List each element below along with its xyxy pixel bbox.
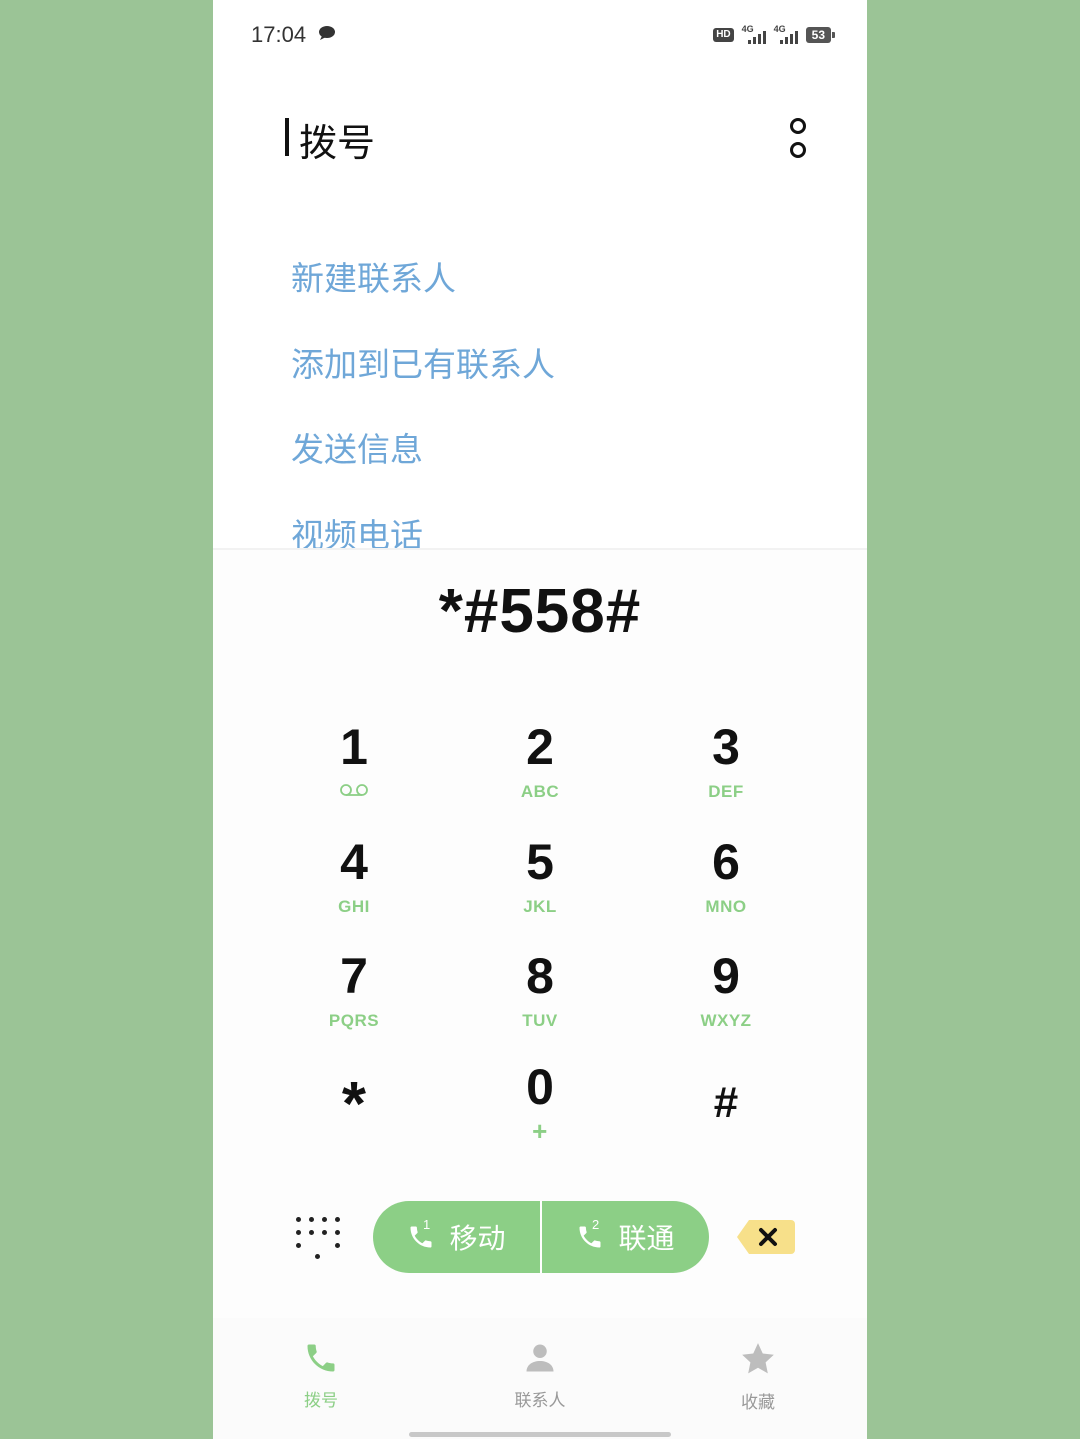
key-digit: * [341, 1070, 367, 1139]
nav-tab-dialer[interactable]: 拨号 [261, 1340, 381, 1411]
key-letters: MNO [705, 897, 747, 916]
text-cursor [285, 118, 289, 156]
status-icons: HD 4G 4G 53 [713, 24, 836, 44]
4g-signal-sim2-icon: 4G [774, 24, 798, 44]
key-digit: 6 [712, 834, 740, 890]
phone-sim1-icon [410, 1226, 432, 1248]
key-letters: TUV [522, 1011, 558, 1030]
key-letters: + [532, 1116, 548, 1146]
phone-sim2-icon [579, 1226, 601, 1248]
call-sim2-label: 联通 [618, 1222, 675, 1255]
more-options-button[interactable] [783, 118, 813, 158]
4g-signal-sim1-icon: 4G [742, 24, 766, 44]
menu-item-new-contact[interactable]: 新建联系人 [291, 252, 456, 300]
nav-tab-favorites[interactable]: 收藏 [698, 1340, 818, 1413]
key-digit: 2 [526, 719, 554, 775]
battery-indicator: 53 [805, 27, 836, 43]
key-digit: 0 [526, 1059, 554, 1115]
dial-key-3[interactable]: 3 DEF [636, 720, 816, 820]
dial-key-0[interactable]: 0 + [450, 1060, 630, 1160]
key-digit: 3 [712, 719, 740, 775]
backspace-icon[interactable] [735, 1218, 795, 1256]
person-icon [526, 1344, 554, 1372]
dialpad-panel: *#558# 1 2 ABC 3 DEF 4 GHI 5 JKL 6 MNO 7… [213, 548, 867, 1320]
dial-key-1[interactable]: 1 [264, 720, 444, 820]
key-digit: 4 [340, 834, 368, 890]
home-indicator[interactable] [409, 1432, 671, 1437]
dial-key-5[interactable]: 5 JKL [450, 835, 630, 935]
dialpad-toggle-button[interactable] [293, 1214, 341, 1262]
dial-key-2[interactable]: 2 ABC [450, 720, 630, 820]
phone-screen: 17:04 HD 4G 4G 53 拨号 新建联系人 添加到已有联系人 发送信息… [213, 0, 867, 1439]
menu-item-add-to-existing[interactable]: 添加到已有联系人 [291, 338, 555, 386]
dial-key-hash[interactable]: # [636, 1076, 816, 1176]
key-digit: 9 [712, 948, 740, 1004]
dial-key-star[interactable]: * [264, 1070, 444, 1178]
more-vertical-icon [790, 118, 806, 134]
dial-key-8[interactable]: 8 TUV [450, 949, 630, 1049]
key-letters: PQRS [328, 1011, 380, 1030]
bottom-navigation: 拨号 联系人 收藏 [213, 1318, 867, 1439]
key-digit: 1 [340, 719, 368, 775]
nav-label-favorites: 收藏 [741, 1393, 775, 1413]
call-sim1-button[interactable]: 1 移动 [373, 1201, 540, 1273]
key-letters: ABC [520, 782, 560, 801]
voicemail-icon [340, 784, 368, 796]
key-letters: WXYZ [700, 1011, 752, 1030]
dial-key-9[interactable]: 9 WXYZ [636, 949, 816, 1049]
nav-label-dialer: 拨号 [304, 1391, 338, 1411]
sim1-badge: 1 [423, 1217, 431, 1232]
phone-icon [307, 1344, 335, 1372]
nav-label-contacts: 联系人 [514, 1391, 566, 1411]
key-letters: JKL [523, 897, 557, 916]
status-bar: 17:04 HD 4G 4G 53 [213, 0, 867, 72]
menu-item-send-message[interactable]: 发送信息 [291, 423, 423, 471]
key-letters: DEF [708, 782, 744, 801]
key-letters: GHI [338, 897, 370, 916]
nav-tab-contacts[interactable]: 联系人 [480, 1340, 600, 1411]
status-time: 17:04 [251, 22, 307, 47]
call-sim1-label: 移动 [449, 1222, 506, 1255]
key-digit: # [713, 1078, 739, 1127]
star-icon [742, 1343, 774, 1374]
dial-key-7[interactable]: 7 PQRS [264, 949, 444, 1049]
dialed-number[interactable]: *#558# [213, 576, 867, 647]
message-icon [319, 26, 335, 40]
key-digit: 5 [526, 834, 554, 890]
call-sim2-button[interactable]: 2 联通 [540, 1201, 709, 1273]
dial-key-4[interactable]: 4 GHI [264, 835, 444, 935]
sim2-badge: 2 [592, 1217, 600, 1232]
call-buttons: 1 移动 2 联通 [373, 1201, 709, 1273]
key-digit: 8 [526, 948, 554, 1004]
page-title: 拨号 [299, 121, 376, 165]
key-digit: 7 [340, 948, 368, 1004]
hd-icon: HD [713, 28, 734, 42]
dial-key-6[interactable]: 6 MNO [636, 835, 816, 935]
